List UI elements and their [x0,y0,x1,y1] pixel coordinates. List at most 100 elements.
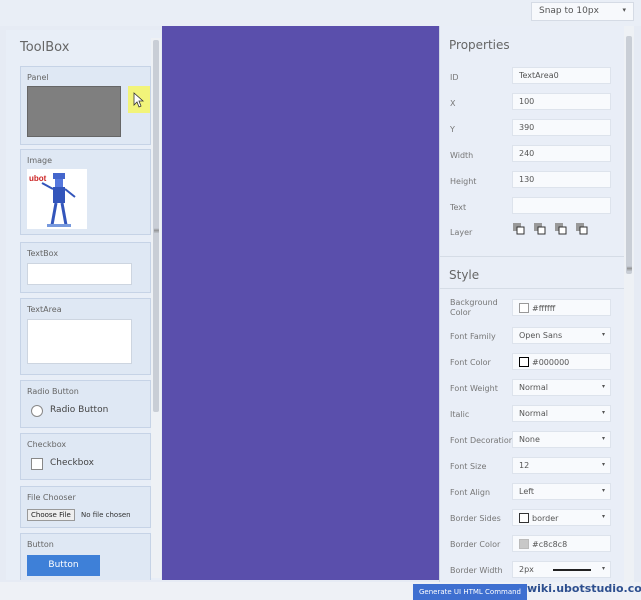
border-sides-select[interactable]: border ▾ [512,509,611,526]
bg-color-value: #ffffff [532,304,556,313]
style-label-font-size: Font Size [450,462,487,471]
section-divider [440,256,624,257]
snap-select[interactable]: Snap to 10px ▾ [531,2,634,21]
textarea-preview [27,319,132,364]
tool-panel-label: Panel [27,73,49,82]
mouse-pointer-icon [133,92,145,108]
grip-icon: ≡ [153,226,160,235]
border-sides-icon [519,513,529,523]
scroll-thumb[interactable] [626,36,632,274]
logo-text: ubot [29,174,47,183]
properties-scrollbar[interactable]: ≡ [624,26,634,582]
tool-image[interactable]: Image ubot [20,149,151,235]
tool-button-label: Button [27,540,54,549]
font-align-value: Left [519,487,535,496]
layer-front-icon[interactable] [513,223,525,235]
font-size-value: 12 [519,461,530,470]
italic-value: Normal [519,409,548,418]
prop-width-input[interactable]: 240 [512,145,611,162]
font-color-input[interactable]: #000000 [512,353,611,370]
layer-buttons [512,222,612,238]
prop-label-y: Y [450,125,455,134]
chevron-down-icon: ▾ [601,513,605,520]
image-preview: ubot [27,169,87,229]
layer-backward-icon[interactable] [555,223,567,235]
color-swatch [519,539,529,549]
font-family-value: Open Sans [519,331,563,340]
color-swatch [519,303,529,313]
style-label-font-color: Font Color [450,358,491,367]
chevron-down-icon: ▾ [601,435,605,442]
chevron-down-icon: ▾ [601,565,605,572]
border-sides-value: border [532,514,559,523]
style-label-font-decoration: Font Decoration [450,436,514,445]
bg-color-input[interactable]: #ffffff [512,299,611,316]
style-label-border-color: Border Color [450,540,501,549]
tool-textbox-label: TextBox [27,249,59,258]
tool-button[interactable]: Button Button [20,533,151,580]
grip-icon: ≡ [626,264,633,273]
choose-file-button: Choose File [27,509,75,521]
layer-back-icon[interactable] [576,223,588,235]
style-label-font-weight: Font Weight [450,384,498,393]
font-decoration-value: None [519,435,540,444]
font-align-select[interactable]: Left ▾ [512,483,611,500]
font-decoration-select[interactable]: None ▾ [512,431,611,448]
color-swatch [519,357,529,367]
snap-label: Snap to 10px [539,6,599,16]
chevron-down-icon: ▾ [622,6,626,14]
button-preview: Button [27,555,100,576]
toolbox-title: ToolBox [20,40,70,55]
toolbox-scrollbar[interactable]: ≡ [151,38,161,578]
radio-text: Radio Button [50,405,109,415]
prop-label-height: Height [450,177,477,186]
font-color-value: #000000 [532,358,570,367]
tool-file-chooser[interactable]: File Chooser Choose File No file chosen [20,486,151,528]
cursor-highlight [128,86,150,113]
prop-label-x: X [450,99,456,108]
tool-radio-label: Radio Button [27,387,79,396]
chevron-down-icon: ▾ [601,383,605,390]
prop-label-id: ID [450,73,459,82]
prop-id-input[interactable]: TextArea0 [512,67,611,84]
prop-x-input[interactable]: 100 [512,93,611,110]
tool-radio[interactable]: Radio Button Radio Button [20,380,151,428]
tool-textarea[interactable]: TextArea [20,298,151,375]
tool-checkbox[interactable]: Checkbox Checkbox [20,433,151,480]
border-color-value: #c8c8c8 [532,540,568,549]
robot-icon: ubot [29,173,76,227]
border-width-select[interactable]: 2px ▾ [512,561,611,578]
chevron-down-icon: ▾ [601,461,605,468]
prop-y-input[interactable]: 390 [512,119,611,136]
radio-circle-icon [31,405,43,417]
prop-label-layer: Layer [450,228,473,237]
font-family-select[interactable]: Open Sans ▾ [512,327,611,344]
style-label-italic: Italic [450,410,470,419]
watermark: wiki.ubotstudio.com [527,582,641,595]
textbox-preview [27,263,132,285]
design-canvas[interactable] [162,26,439,580]
tool-image-label: Image [27,156,53,165]
font-size-select[interactable]: 12 ▾ [512,457,611,474]
tool-textbox[interactable]: TextBox [20,242,151,293]
style-label-border-sides: Border Sides [450,514,501,523]
style-title: Style [449,268,480,282]
chevron-down-icon: ▾ [601,409,605,416]
panel-preview [27,86,121,137]
tool-checkbox-label: Checkbox [27,440,67,449]
line-sample-icon [553,569,591,571]
prop-label-text: Text [450,203,467,212]
checkbox-text: Checkbox [50,458,94,468]
tool-textarea-label: TextArea [27,305,62,314]
style-label-font-family: Font Family [450,332,496,341]
prop-height-input[interactable]: 130 [512,171,611,188]
prop-text-input[interactable] [512,197,611,214]
italic-select[interactable]: Normal ▾ [512,405,611,422]
generate-html-button[interactable]: Generate UI HTML Command [413,584,527,600]
border-color-input[interactable]: #c8c8c8 [512,535,611,552]
border-width-value: 2px [519,565,534,574]
properties-panel: Properties ID TextArea0 X 100 Y 390 Widt… [439,26,624,582]
style-label-bg: Background Color [450,298,498,317]
font-weight-select[interactable]: Normal ▾ [512,379,611,396]
layer-forward-icon[interactable] [534,223,546,235]
